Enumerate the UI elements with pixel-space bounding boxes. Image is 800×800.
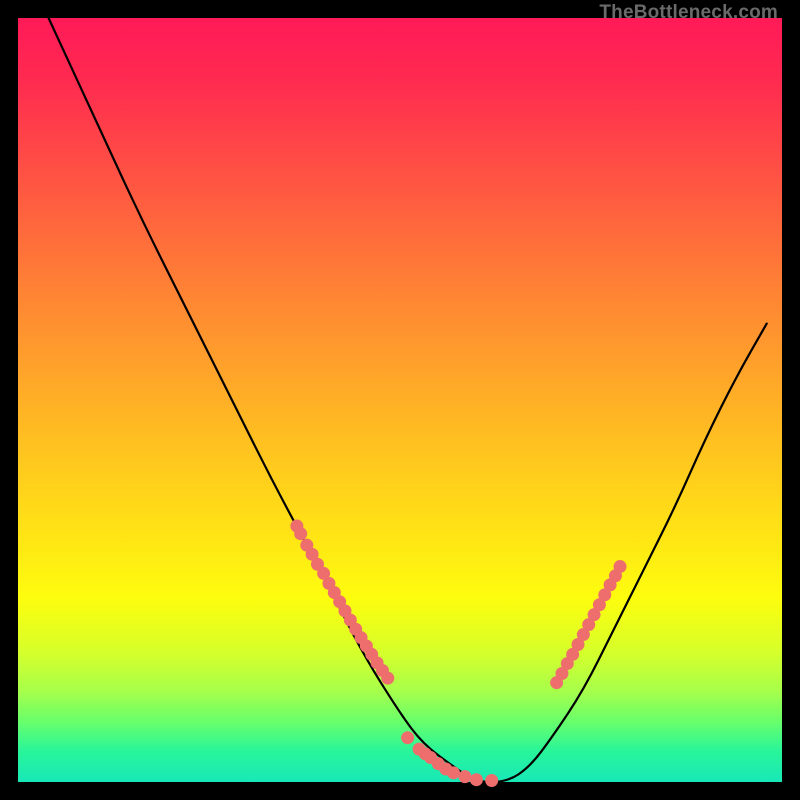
chart-frame: TheBottleneck.com [0, 0, 800, 800]
chart-svg [18, 18, 782, 782]
highlight-dots [290, 520, 626, 787]
watermark-text: TheBottleneck.com [599, 2, 778, 24]
highlight-dot [485, 774, 498, 787]
highlight-dot [447, 766, 460, 779]
highlight-dot [614, 560, 627, 573]
plot-area [18, 18, 782, 782]
highlight-dot [470, 773, 483, 786]
bottleneck-curve [49, 18, 767, 782]
highlight-dot [294, 527, 307, 540]
highlight-dot [458, 770, 471, 783]
highlight-dot [401, 731, 414, 744]
highlight-dot [381, 672, 394, 685]
